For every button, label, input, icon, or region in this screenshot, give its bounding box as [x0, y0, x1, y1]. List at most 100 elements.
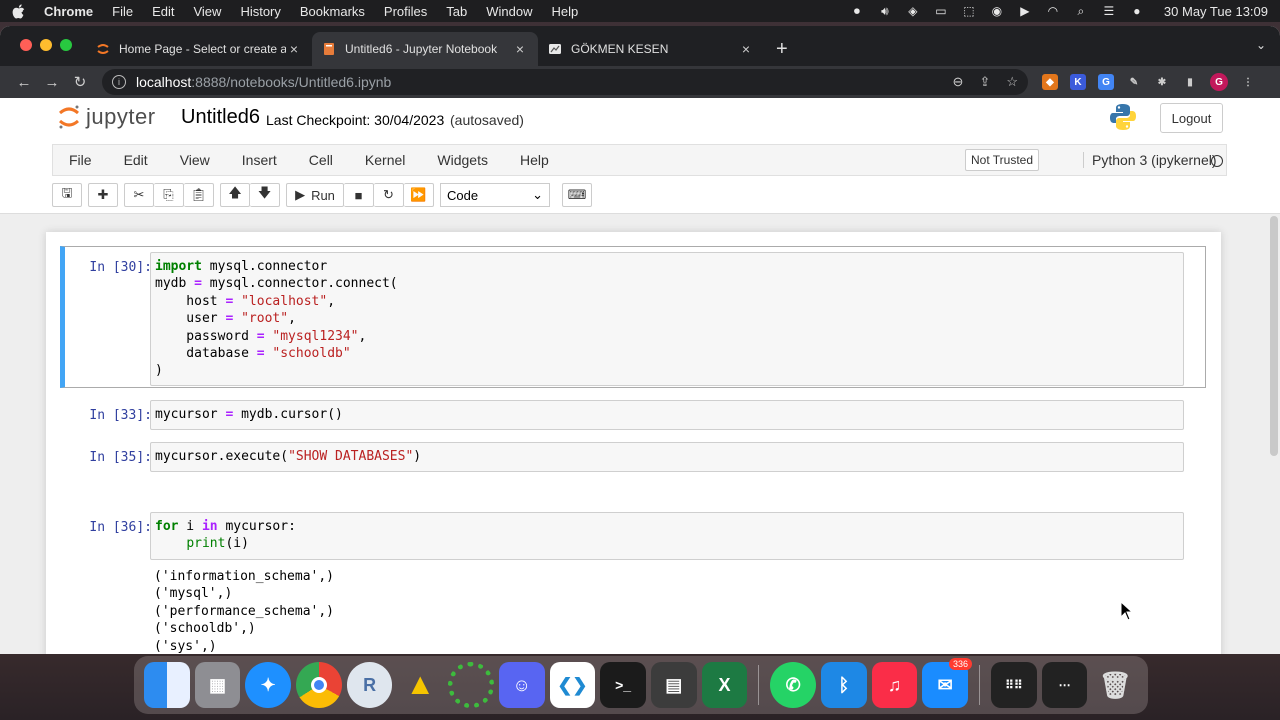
menu-bookmarks[interactable]: Bookmarks [300, 4, 365, 19]
interrupt-icon[interactable]: ■ [344, 183, 374, 207]
more-icon[interactable]: ⋮ [1240, 74, 1256, 90]
address-bar[interactable]: i localhost :8888/notebooks/Untitled6.ip… [102, 69, 1028, 95]
menu-history[interactable]: History [240, 4, 280, 19]
reload-icon[interactable]: ↻ [66, 73, 94, 91]
menubar-clock[interactable]: 30 May Tue 13:09 [1164, 4, 1268, 19]
page-scrollbar[interactable] [1270, 216, 1278, 456]
close-icon[interactable]: × [738, 41, 754, 57]
code-editor[interactable]: mycursor.execute("SHOW DATABASES") [150, 442, 1184, 472]
discord-icon[interactable]: ☺ [498, 662, 545, 708]
run-button[interactable]: ▶ Run [286, 183, 344, 207]
menu-help[interactable]: Help [552, 4, 579, 19]
code-editor[interactable]: mycursor = mydb.cursor() [150, 400, 1184, 430]
star-icon[interactable]: ☆ [1006, 74, 1018, 90]
restart-run-all-icon[interactable]: ⏩ [404, 183, 434, 207]
cut-icon[interactable]: ✂ [124, 183, 154, 207]
info-icon[interactable]: i [112, 75, 126, 89]
nb-menu-help[interactable]: Help [504, 152, 565, 168]
chrome-icon[interactable] [296, 662, 342, 708]
trust-button[interactable]: Not Trusted [965, 149, 1040, 171]
forward-icon[interactable]: → [38, 74, 66, 91]
move-up-icon[interactable]: 🡅 [220, 183, 250, 207]
mail-icon[interactable]: ✉ 336 [922, 658, 973, 708]
finder-icon[interactable] [144, 662, 190, 708]
progress-icon[interactable] [448, 662, 494, 708]
code-editor[interactable]: import mysql.connector mydb = mysql.conn… [150, 252, 1184, 386]
menu-tab[interactable]: Tab [446, 4, 467, 19]
kernel-name[interactable]: Python 3 (ipykernel) [1083, 152, 1217, 168]
search-icon[interactable]: ⌕ [1074, 4, 1088, 18]
keyboard-icon[interactable]: ⌨ [562, 183, 592, 207]
restart-icon[interactable]: ↻ [374, 183, 404, 207]
zoom-icon[interactable]: ⊖ [953, 74, 964, 90]
archicad-icon[interactable]: ▲ [397, 662, 443, 708]
apple-icon[interactable] [12, 3, 26, 19]
layers-icon[interactable]: ◈ [906, 4, 920, 18]
menu-file[interactable]: File [112, 4, 133, 19]
move-down-icon[interactable]: 🡇 [250, 183, 280, 207]
paste-icon[interactable]: 📋︎ [184, 183, 214, 207]
vscode-icon[interactable]: ❮❯ [549, 662, 596, 708]
screen-icon[interactable]: ⋯ [1041, 662, 1088, 708]
browser-tab-gokmen[interactable]: GÖKMEN KESEN × [538, 32, 764, 66]
minimize-window-button[interactable] [40, 39, 52, 51]
close-window-button[interactable] [20, 39, 32, 51]
cell-type-select[interactable]: Code ⌄ [440, 183, 550, 207]
share-icon[interactable]: ⇪ [979, 74, 990, 90]
translate-icon[interactable]: G [1098, 74, 1114, 90]
display-icon[interactable]: ▭ [934, 4, 948, 18]
trash-icon[interactable]: 🗑︎ [1092, 662, 1138, 708]
pen-icon[interactable]: ✎ [1126, 74, 1142, 90]
close-icon[interactable]: × [286, 41, 302, 57]
grid-icon[interactable]: ⠿⠿ [991, 662, 1037, 708]
nb-menu-insert[interactable]: Insert [226, 152, 293, 168]
zoom-window-button[interactable] [60, 39, 72, 51]
nb-menu-view[interactable]: View [164, 152, 226, 168]
nb-menu-widgets[interactable]: Widgets [421, 152, 504, 168]
launchpad-icon[interactable]: ▦ [194, 662, 241, 708]
excel-icon[interactable]: X [701, 662, 748, 708]
bluetooth-icon[interactable]: ᛒ [821, 662, 867, 708]
nb-menu-file[interactable]: File [53, 152, 108, 168]
tab-search-icon[interactable]: ⌄ [1256, 38, 1266, 52]
activity-icon[interactable]: ▤ [650, 662, 697, 708]
menu-view[interactable]: View [193, 4, 221, 19]
record-icon[interactable]: ⏺ [850, 4, 864, 18]
back-icon[interactable]: ← [10, 74, 38, 91]
safari-icon[interactable]: ✦ [245, 662, 292, 708]
control-center-icon[interactable]: ☰ [1102, 4, 1116, 18]
metamask-icon[interactable]: ◆ [1042, 74, 1058, 90]
sidebar-icon[interactable]: ▮ [1182, 74, 1198, 90]
menu-app-name[interactable]: Chrome [44, 4, 93, 19]
user-icon[interactable]: ◉ [990, 4, 1004, 18]
nb-menu-edit[interactable]: Edit [108, 152, 164, 168]
notebook-name[interactable]: Untitled6 [181, 106, 260, 129]
volume-icon[interactable]: 🔊︎ [878, 4, 892, 18]
code-editor[interactable]: for i in mycursor: print(i) [150, 512, 1184, 560]
jupyter-logo[interactable]: jupyter [58, 104, 156, 130]
browser-tab-home[interactable]: Home Page - Select or create a × [86, 32, 312, 66]
logout-button[interactable]: Logout [1160, 103, 1223, 133]
wifi-icon[interactable]: ◠ [1046, 4, 1060, 18]
terminal-icon[interactable]: >_ [600, 662, 646, 708]
nb-menu-kernel[interactable]: Kernel [349, 152, 421, 168]
siri-icon[interactable]: ● [1130, 4, 1144, 18]
music-icon[interactable]: ♫ [871, 662, 918, 708]
r-icon[interactable]: R [346, 662, 393, 708]
save-button[interactable]: 🖫︎ [52, 183, 82, 207]
k-extension-icon[interactable]: K [1070, 74, 1086, 90]
whatsapp-icon[interactable]: ✆ [770, 662, 816, 708]
browser-tab-notebook[interactable]: Untitled6 - Jupyter Notebook × [312, 32, 538, 66]
new-tab-button[interactable]: + [764, 32, 788, 66]
close-icon[interactable]: × [512, 41, 528, 57]
menu-profiles[interactable]: Profiles [384, 4, 427, 19]
play-icon[interactable]: ▶ [1018, 4, 1032, 18]
screen-mirror-icon[interactable]: ⬚ [962, 4, 976, 18]
puzzle-icon[interactable]: ✱ [1154, 74, 1170, 90]
menu-edit[interactable]: Edit [152, 4, 174, 19]
profile-avatar[interactable]: G [1210, 73, 1228, 91]
insert-cell-button[interactable]: ✚ [88, 183, 118, 207]
copy-icon[interactable]: ⎘ [154, 183, 184, 207]
nb-menu-cell[interactable]: Cell [293, 152, 349, 168]
menu-window[interactable]: Window [486, 4, 532, 19]
